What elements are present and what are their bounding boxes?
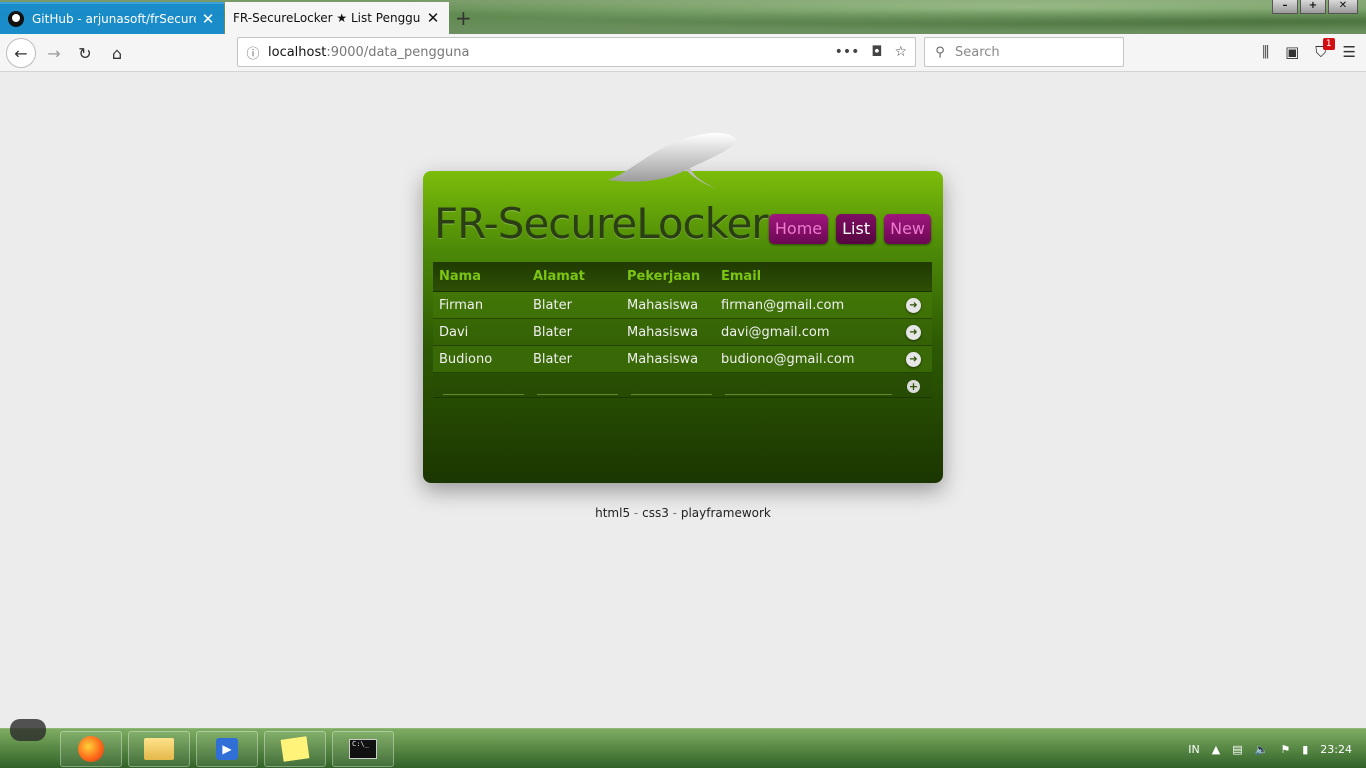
nav-home-button[interactable]: Home bbox=[768, 214, 829, 244]
new-alamat-input[interactable] bbox=[537, 394, 618, 395]
maximize-icon[interactable]: + bbox=[1300, 0, 1326, 14]
github-icon bbox=[8, 11, 24, 27]
search-icon: ⚲ bbox=[935, 44, 945, 60]
firefox-icon bbox=[78, 736, 104, 762]
cell-alamat: Blater bbox=[533, 297, 572, 313]
app-title: FR-SecureLocker bbox=[434, 199, 769, 248]
main-panel: FR-SecureLocker Home List New Nama Alama… bbox=[423, 171, 943, 483]
search-input[interactable]: ⚲ Search bbox=[924, 37, 1124, 67]
browser-tabstrip: GitHub - arjunasoft/frSecureLo ✕ FR-Secu… bbox=[0, 0, 1366, 34]
cell-nama: Davi bbox=[439, 324, 469, 340]
page-footer: html5 - css3 - playframework bbox=[0, 506, 1366, 520]
reload-icon[interactable]: ↻ bbox=[71, 39, 99, 67]
forward-arrow-icon[interactable]: → bbox=[40, 39, 68, 67]
menu-icon[interactable]: ☰ bbox=[1343, 43, 1356, 61]
window-close-icon[interactable]: ✕ bbox=[1328, 0, 1358, 14]
footer-css3: css3 bbox=[642, 506, 669, 520]
cell-nama: Firman bbox=[439, 297, 484, 313]
sticky-notes-icon bbox=[280, 736, 310, 762]
cell-alamat: Blater bbox=[533, 351, 572, 367]
search-placeholder: Search bbox=[955, 44, 1000, 60]
table-row[interactable]: Budiono Blater Mahasiswa budiono@gmail.c… bbox=[433, 346, 932, 373]
cell-pekerjaan: Mahasiswa bbox=[627, 324, 699, 340]
volume-icon[interactable]: 🔈 bbox=[1255, 743, 1269, 756]
users-table: Nama Alamat Pekerjaan Email Firman Blate… bbox=[433, 262, 932, 398]
media-player-icon: ▶ bbox=[216, 738, 238, 760]
language-indicator[interactable]: IN bbox=[1188, 743, 1199, 756]
bookmark-star-icon[interactable]: ☆ bbox=[894, 44, 907, 60]
back-arrow-icon[interactable]: ← bbox=[6, 38, 36, 68]
footer-html5: html5 bbox=[595, 506, 631, 520]
notification-badge: 1 bbox=[1322, 38, 1335, 50]
taskbar-notes[interactable] bbox=[264, 731, 326, 767]
os-taskbar: ▶ C:\_ IN ▲ ▤ 🔈 ⚑ ▮ 23:24 bbox=[0, 719, 1366, 768]
cell-email: davi@gmail.com bbox=[721, 324, 830, 340]
show-hidden-icons-icon[interactable]: ▲ bbox=[1212, 743, 1220, 756]
cell-nama: Budiono bbox=[439, 351, 493, 367]
header-pekerjaan: Pekerjaan bbox=[627, 269, 701, 284]
new-nama-input[interactable] bbox=[443, 394, 524, 395]
library-icon[interactable]: ⫼ bbox=[1262, 43, 1269, 61]
minimize-icon[interactable]: – bbox=[1272, 0, 1298, 14]
taskbar-explorer[interactable] bbox=[128, 731, 190, 767]
page-actions-icon[interactable]: ••• bbox=[835, 44, 860, 60]
close-icon[interactable]: ✕ bbox=[425, 9, 441, 27]
taskbar-firefox[interactable] bbox=[60, 731, 122, 767]
taskbar-media[interactable]: ▶ bbox=[196, 731, 258, 767]
folder-icon bbox=[144, 738, 174, 760]
cell-email: firman@gmail.com bbox=[721, 297, 845, 313]
taskbar-cmd[interactable]: C:\_ bbox=[332, 731, 394, 767]
table-header: Nama Alamat Pekerjaan Email bbox=[433, 262, 932, 292]
new-tab-icon[interactable]: + bbox=[455, 6, 472, 30]
signal-icon[interactable]: ▮ bbox=[1302, 743, 1308, 756]
address-bar[interactable]: ⓘ localhost:9000/data_pengguna ••• ◘ ☆ bbox=[237, 37, 916, 67]
browser-toolbar: ← → ↻ ⌂ ⓘ localhost:9000/data_pengguna •… bbox=[0, 34, 1366, 72]
tab-github[interactable]: GitHub - arjunasoft/frSecureLo ✕ bbox=[0, 2, 224, 34]
terminal-icon: C:\_ bbox=[349, 739, 377, 759]
table-row[interactable]: Davi Blater Mahasiswa davi@gmail.com ➜ bbox=[433, 319, 932, 346]
network-device-icon[interactable]: ▤ bbox=[1232, 743, 1242, 756]
info-icon[interactable]: ⓘ bbox=[238, 43, 268, 62]
new-pekerjaan-input[interactable] bbox=[631, 394, 712, 395]
header-alamat: Alamat bbox=[533, 269, 585, 284]
cell-alamat: Blater bbox=[533, 324, 572, 340]
header-email: Email bbox=[721, 269, 762, 284]
row-detail-arrow-icon[interactable]: ➜ bbox=[906, 297, 921, 313]
window-controls: – + ✕ bbox=[1270, 0, 1358, 14]
nav-new-button[interactable]: New bbox=[884, 214, 931, 244]
footer-separator: - bbox=[672, 506, 678, 520]
system-tray: IN ▲ ▤ 🔈 ⚑ ▮ 23:24 bbox=[1188, 729, 1352, 768]
row-detail-arrow-icon[interactable]: ➜ bbox=[906, 351, 921, 367]
tab-securelocker[interactable]: FR-SecureLocker ★ List Pengguna ✕ bbox=[225, 2, 449, 34]
main-nav: Home List New bbox=[768, 214, 931, 244]
footer-separator: - bbox=[633, 506, 639, 520]
add-row-icon[interactable]: + bbox=[907, 379, 920, 393]
leaf-logo-icon bbox=[608, 132, 737, 188]
cell-pekerjaan: Mahasiswa bbox=[627, 297, 699, 313]
cell-email: budiono@gmail.com bbox=[721, 351, 855, 367]
tab-title: GitHub - arjunasoft/frSecureLo bbox=[32, 12, 196, 26]
new-email-input[interactable] bbox=[725, 394, 892, 395]
extension-shield-icon[interactable]: ⛉ 1 bbox=[1315, 38, 1335, 61]
sidebar-icon[interactable]: ▣ bbox=[1285, 43, 1299, 61]
cell-pekerjaan: Mahasiswa bbox=[627, 351, 699, 367]
url-host: localhost bbox=[268, 44, 327, 60]
clock[interactable]: 23:24 bbox=[1320, 743, 1352, 756]
footer-playframework: playframework bbox=[680, 506, 771, 520]
table-row[interactable]: Firman Blater Mahasiswa firman@gmail.com… bbox=[433, 292, 932, 319]
flag-icon[interactable]: ⚑ bbox=[1280, 743, 1290, 756]
start-button[interactable] bbox=[10, 719, 46, 741]
new-entry-row: + bbox=[433, 373, 932, 398]
url-path: :9000/data_pengguna bbox=[326, 44, 470, 60]
pocket-icon[interactable]: ◘ bbox=[871, 44, 882, 60]
home-icon[interactable]: ⌂ bbox=[103, 39, 131, 67]
close-icon[interactable]: ✕ bbox=[200, 10, 216, 28]
tab-title: FR-SecureLocker ★ List Pengguna bbox=[233, 11, 421, 25]
nav-list-button[interactable]: List bbox=[836, 214, 877, 244]
header-nama: Nama bbox=[439, 269, 481, 284]
row-detail-arrow-icon[interactable]: ➜ bbox=[906, 324, 921, 340]
